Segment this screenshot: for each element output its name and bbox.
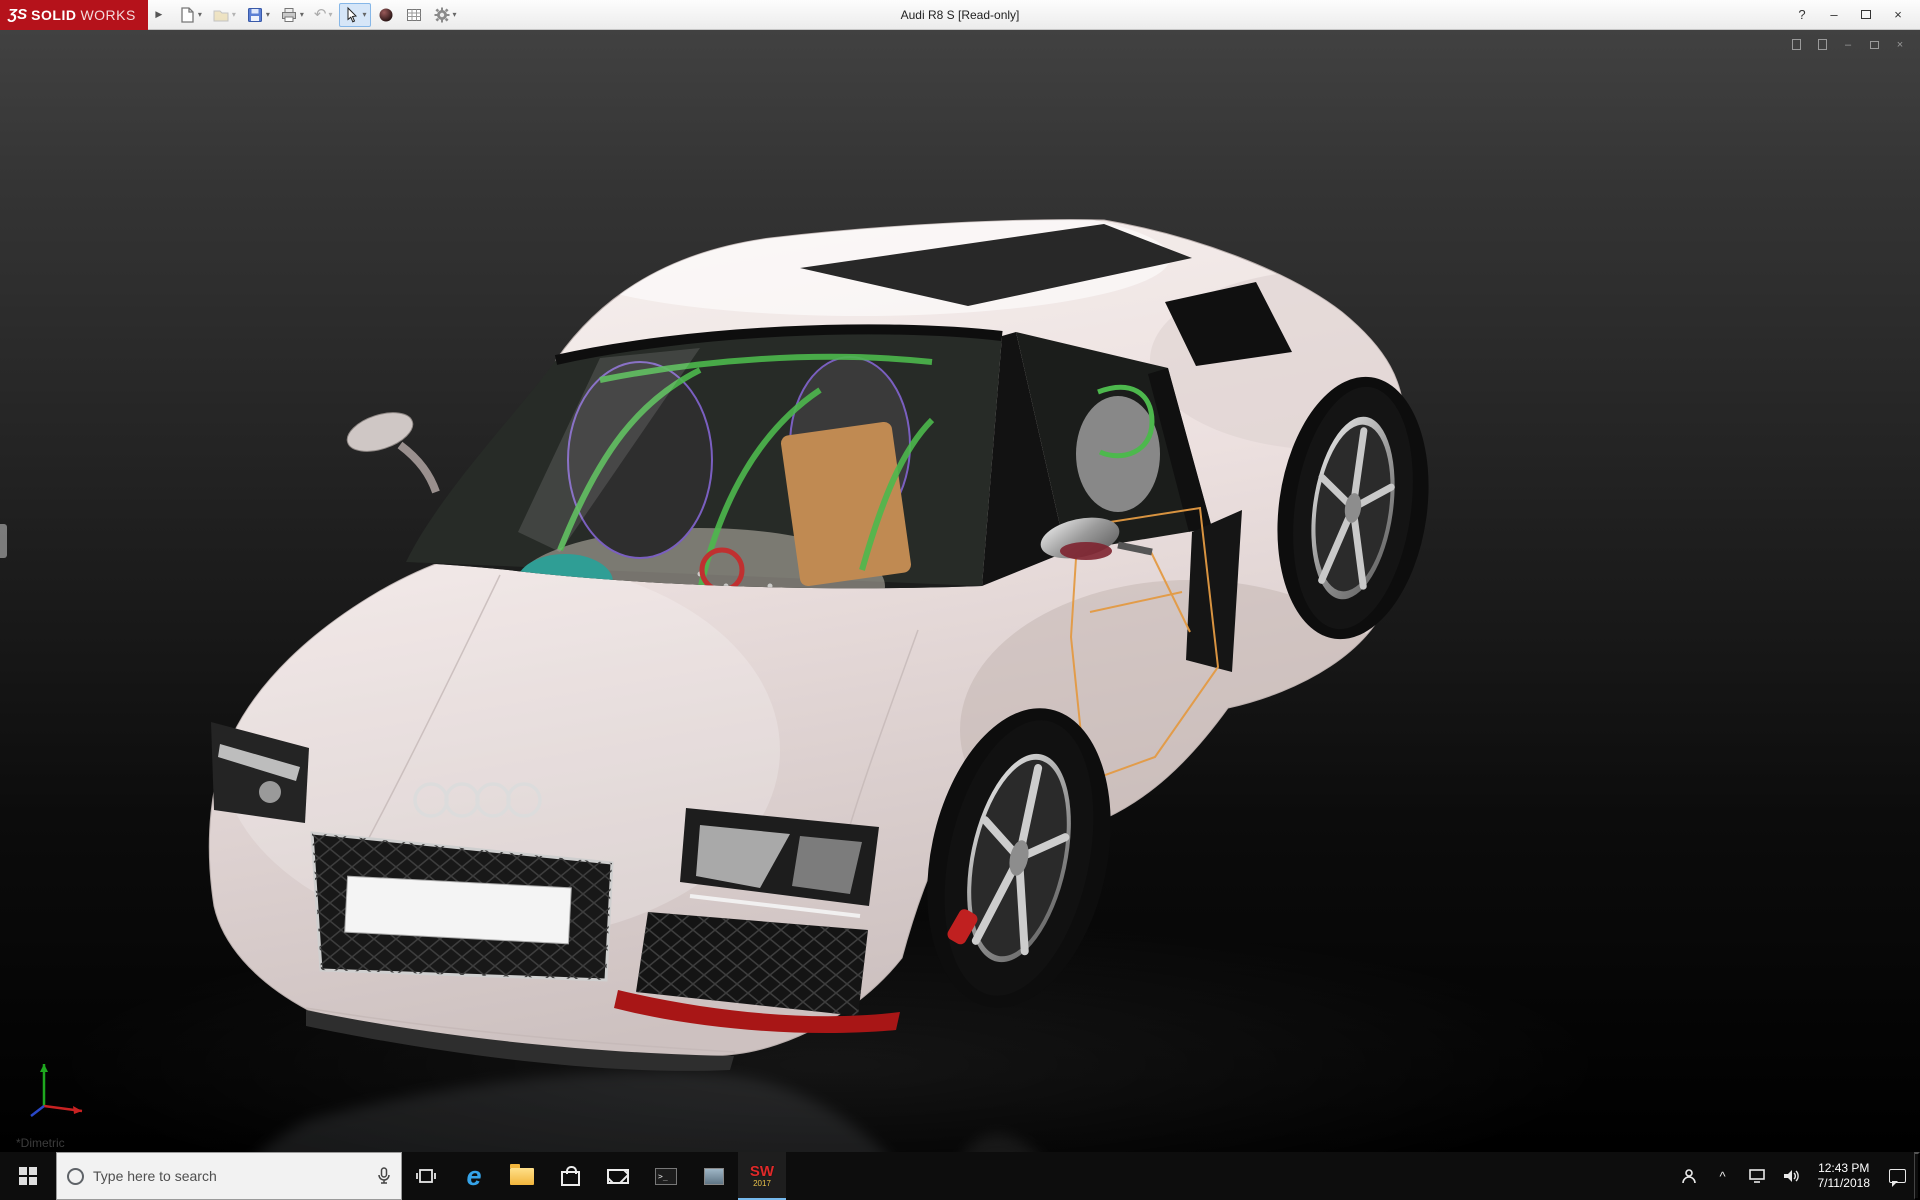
dropdown-icon[interactable]: ▾ [232,10,236,19]
window-controls: ? – × [1788,3,1920,27]
dropdown-icon[interactable]: ▾ [266,10,270,19]
edge-button[interactable]: e [450,1152,498,1200]
clock-time: 12:43 PM [1818,1161,1870,1175]
network-button[interactable] [1740,1152,1774,1200]
taskbar-search[interactable] [56,1152,402,1200]
store-bag-icon [560,1166,580,1186]
doc-minimize-button[interactable]: – [1838,36,1858,53]
select-cursor-icon [347,6,357,22]
new-document-button[interactable]: ▾ [174,3,206,27]
menu-expand-arrow-icon[interactable]: ▶ [150,4,168,26]
taskbar-spacer [786,1152,1672,1200]
doc-close-button[interactable]: × [1890,36,1910,53]
dropdown-icon[interactable]: ▾ [363,10,367,19]
mail-button[interactable] [594,1152,642,1200]
graphics-viewport[interactable]: – × *Dimetric [0,30,1920,1152]
app-window-icon [704,1167,724,1185]
left-mirror [346,412,440,494]
solidworks-2017-icon: SW 2017 [749,1163,775,1188]
action-center-icon [1888,1169,1906,1187]
open-document-button[interactable]: ▾ [208,3,240,27]
sheet-grid-icon [406,8,421,21]
maximize-button[interactable] [1852,3,1880,27]
minimize-button[interactable]: – [1820,3,1848,27]
appearance-sphere-icon [379,8,393,21]
cortana-icon[interactable] [67,1167,84,1185]
new-document-icon [181,6,194,23]
save-button[interactable]: ▾ [242,3,274,27]
file-explorer-icon [510,1163,534,1185]
dropdown-icon[interactable]: ▾ [198,10,202,19]
properties-sheet-button[interactable] [401,3,427,27]
microphone-icon[interactable] [377,1167,391,1185]
print-button[interactable]: ▾ [276,3,308,27]
featuremanager-collapsed-tab[interactable] [0,523,7,558]
start-button[interactable] [0,1152,56,1200]
maximize-icon [1861,10,1871,19]
task-view-icon [416,1169,436,1183]
search-input[interactable] [93,1168,368,1184]
people-icon [1681,1169,1696,1184]
undo-arrow-icon: ↶ [313,6,327,23]
close-button[interactable]: × [1884,3,1912,27]
doc-page-icon[interactable] [1786,36,1806,53]
view-orientation-label: *Dimetric [16,1136,65,1150]
select-tool-button[interactable]: ▾ [338,2,371,27]
help-button[interactable]: ? [1788,3,1816,27]
open-folder-icon [213,10,229,21]
windows-taskbar: e >_ SW 2017 ^ [0,1152,1920,1200]
dropdown-icon[interactable]: ▾ [328,10,332,19]
save-floppy-icon [247,7,262,22]
quick-access-toolbar: ▾ ▾ ▾ ▾ ↶ ▾ ▾ ▾ [174,2,461,27]
options-button[interactable]: ▾ [429,3,461,27]
dassault-logo-icon: ƷS [8,6,28,23]
license-plate [344,875,572,945]
console-app-button[interactable]: >_ [642,1152,690,1200]
network-icon [1748,1169,1765,1183]
document-window-controls: – × [1786,36,1910,53]
taskbar-clock[interactable]: 12:43 PM 7/11/2018 [1808,1152,1881,1200]
dropdown-icon[interactable]: ▾ [453,10,457,19]
volume-icon [1783,1170,1799,1182]
windows-logo-icon [19,1167,37,1185]
dropdown-icon[interactable]: ▾ [300,10,304,19]
app-window-button[interactable] [690,1152,738,1200]
console-icon: >_ [655,1167,677,1185]
doc-restore-button[interactable] [1864,36,1884,53]
audi-r8-3d-render [50,219,1610,1152]
mail-envelope-icon [607,1168,629,1184]
app-titlebar: ƷS SOLID WORKS ▶ ▾ ▾ ▾ ▾ ↶ ▾ ▾ ▾ Audi R8… [0,0,1920,30]
right-intake [614,912,900,1034]
reference-triad [30,1064,83,1117]
edge-icon: e [466,1160,482,1191]
desktop-screen: ƷS SOLID WORKS ▶ ▾ ▾ ▾ ▾ ↶ ▾ ▾ ▾ Audi R8… [0,0,1920,1200]
appearances-button[interactable] [373,3,399,27]
car-model [208,219,1429,1071]
solidworks-taskbar-button[interactable]: SW 2017 [738,1152,786,1200]
restore-icon [1869,40,1879,49]
clock-date: 7/11/2018 [1817,1176,1871,1190]
store-button[interactable] [546,1152,594,1200]
printer-icon [281,7,296,22]
volume-button[interactable] [1774,1152,1808,1200]
file-explorer-button[interactable] [498,1152,546,1200]
people-button[interactable] [1672,1152,1706,1200]
window-title: Audi R8 S [Read-only] [900,7,1020,22]
solidworks-logo: ƷS SOLID WORKS [0,0,148,30]
task-view-button[interactable] [402,1152,450,1200]
hidden-icons-button[interactable]: ^ [1706,1152,1740,1200]
doc-page-icon[interactable] [1812,36,1832,53]
show-desktop-button[interactable] [1914,1152,1920,1200]
undo-button[interactable]: ↶ ▾ [310,3,337,27]
gear-icon [434,7,450,22]
action-center-button[interactable] [1880,1152,1914,1200]
